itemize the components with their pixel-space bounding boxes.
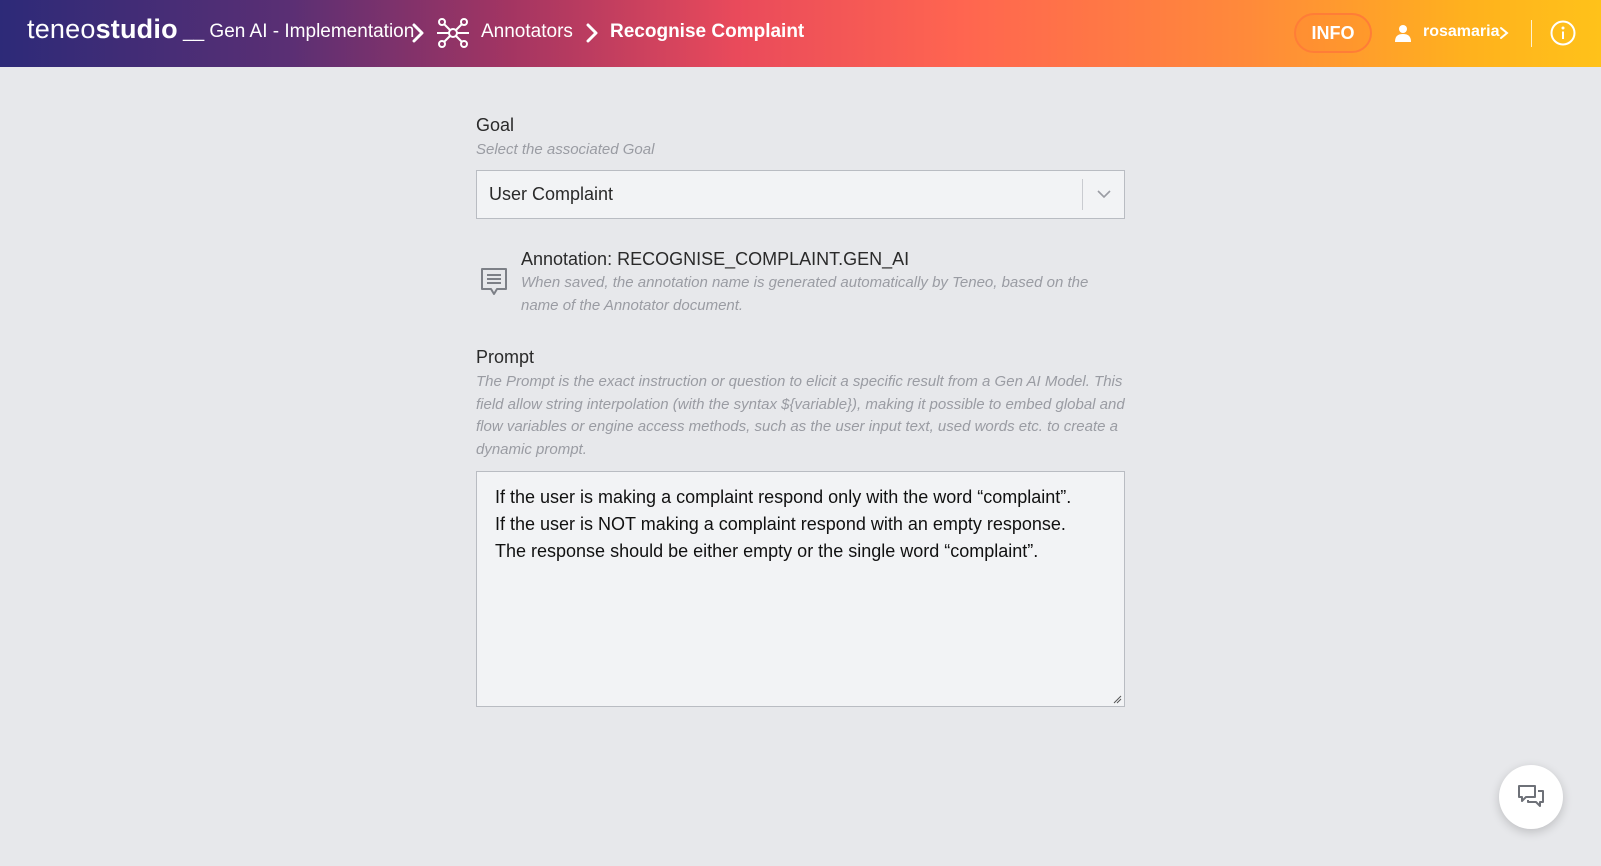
network-hub-icon [437,18,469,48]
logo-bold-text: studio [95,14,178,44]
breadcrumb-project[interactable]: __ Gen AI - Implementation [183,21,414,43]
goal-select-value: User Complaint [489,184,614,204]
breadcrumb-current: Recognise Complaint [610,21,805,42]
user-menu[interactable]: rosamaria [1423,23,1500,41]
info-circle-icon[interactable] [1550,20,1576,46]
select-separator [1082,179,1083,210]
prompt-line: If the user is NOT making a complaint re… [495,514,1066,534]
chevron-right-icon [1500,27,1509,39]
chevron-right-icon [586,23,598,43]
header-divider [1531,20,1532,47]
chat-button[interactable] [1499,765,1563,829]
chevron-down-icon[interactable] [1097,189,1111,199]
chevron-right-icon [412,23,424,43]
annotation-title: Annotation: RECOGNISE_COMPLAINT.GEN_AI [521,249,910,269]
top-bar: teneostudio __ Gen AI - Implementation A… [0,0,1601,67]
user-icon [1395,25,1411,42]
prompt-textarea[interactable]: If the user is making a complaint respon… [476,471,1125,707]
goal-hint: Select the associated Goal [476,141,655,158]
goal-select[interactable]: User Complaint [476,170,1125,219]
logo-light-text: teneo [27,14,96,44]
annotation-note-icon [481,268,507,295]
resize-handle-icon[interactable] [1112,694,1122,704]
prompt-line: The response should be either empty or t… [495,541,1039,561]
chat-bubbles-icon [1518,785,1544,807]
prompt-line: If the user is making a complaint respon… [495,487,1072,507]
annotation-hint: When saved, the annotation name is gener… [521,274,1089,314]
prompt-label: Prompt [476,347,535,367]
info-button[interactable]: INFO [1294,13,1372,53]
prompt-hint: The Prompt is the exact instruction or q… [476,373,1125,458]
breadcrumb-annotators[interactable]: Annotators [481,21,573,43]
teneo-studio-logo[interactable]: teneostudio [27,14,178,45]
goal-label: Goal [476,115,515,135]
